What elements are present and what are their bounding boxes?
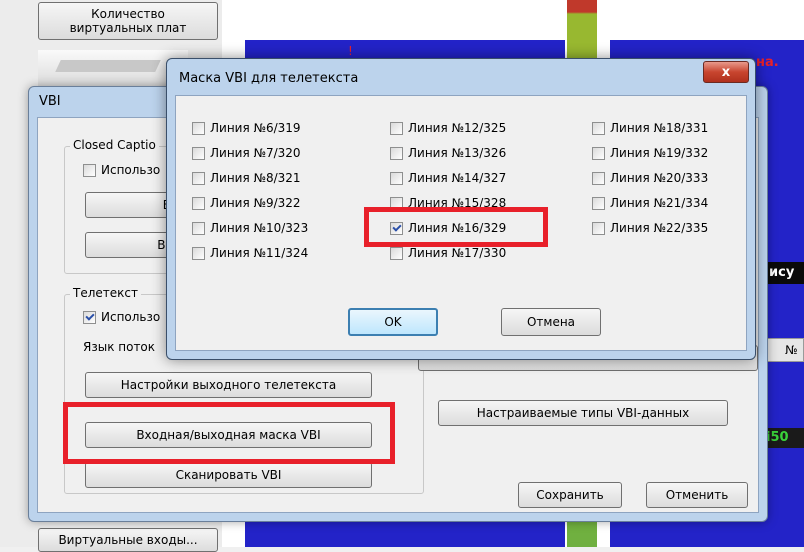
line-label: Линия №6/319 xyxy=(210,121,301,135)
highlight-line-16 xyxy=(364,207,548,247)
line-label: Линия №9/322 xyxy=(210,196,301,210)
line-checkbox[interactable] xyxy=(192,147,205,160)
teletext-use-label: Использо xyxy=(101,310,161,324)
custom-vbi-types-button[interactable]: Настраиваемые типы VBI-данных xyxy=(438,400,728,426)
center-fragment: ! xyxy=(348,44,353,58)
line-label: Линия №11/324 xyxy=(210,246,309,260)
line-label: Линия №8/321 xyxy=(210,171,301,185)
line-checkbox[interactable] xyxy=(390,247,403,260)
virtual-inputs-button[interactable]: Виртуальные входы... xyxy=(38,528,218,552)
line-checkbox[interactable] xyxy=(192,222,205,235)
board-image-icon xyxy=(55,60,161,72)
highlight-mask-button xyxy=(63,402,395,464)
line-checkbox[interactable] xyxy=(592,197,605,210)
closed-captions-use-checkbox[interactable] xyxy=(83,164,96,177)
right-fragment-2: ису xyxy=(767,262,804,284)
scan-vbi-button[interactable]: Сканировать VBI xyxy=(85,462,372,488)
stream-language-label: Язык поток xyxy=(83,340,156,354)
teletext-legend: Телетекст xyxy=(70,286,141,300)
line-checkbox[interactable] xyxy=(592,222,605,235)
line-checkbox[interactable] xyxy=(390,122,403,135)
line-checkbox[interactable] xyxy=(390,172,403,185)
line-checkbox[interactable] xyxy=(390,147,403,160)
closed-captions-legend: Closed Captio xyxy=(70,138,159,152)
line-label: Линия №14/327 xyxy=(408,171,507,185)
line-checkbox[interactable] xyxy=(192,172,205,185)
line-label: Линия №10/323 xyxy=(210,221,309,235)
line-checkbox[interactable] xyxy=(192,122,205,135)
right-fragment-1: на. xyxy=(756,55,779,70)
line-checkbox[interactable] xyxy=(192,247,205,260)
line-label: Линия №17/330 xyxy=(408,246,507,260)
line-label: Линия №12/325 xyxy=(408,121,507,135)
dialog-title: Маска VBI для телетекста xyxy=(179,71,359,86)
line-checkbox[interactable] xyxy=(192,197,205,210)
line-checkbox[interactable] xyxy=(592,172,605,185)
cancel-dialog-button[interactable]: Отмена xyxy=(501,308,601,336)
line-label: Линия №13/326 xyxy=(408,146,507,160)
output-teletext-settings-button[interactable]: Настройки выходного телетекста xyxy=(85,372,372,398)
line-label: Линия №21/334 xyxy=(610,196,709,210)
teletext-use-checkbox[interactable] xyxy=(83,311,96,324)
line-label: Линия №20/333 xyxy=(610,171,709,185)
close-icon[interactable]: x xyxy=(703,61,749,83)
line-label: Линия №18/331 xyxy=(610,121,709,135)
closed-captions-use-label: Использо xyxy=(101,163,161,177)
cancel-button[interactable]: Отменить xyxy=(646,482,748,508)
save-button[interactable]: Сохранить xyxy=(518,482,622,508)
virtual-boards-button[interactable]: Количество виртуальных плат xyxy=(38,2,218,40)
line-label: Линия №7/320 xyxy=(210,146,301,160)
vbi-window-title: VBI xyxy=(39,94,61,109)
line-label: Линия №22/335 xyxy=(610,221,709,235)
ok-button[interactable]: OK xyxy=(348,308,438,336)
line-checkbox[interactable] xyxy=(592,122,605,135)
line-label: Линия №19/332 xyxy=(610,146,709,160)
line-checkbox[interactable] xyxy=(592,147,605,160)
